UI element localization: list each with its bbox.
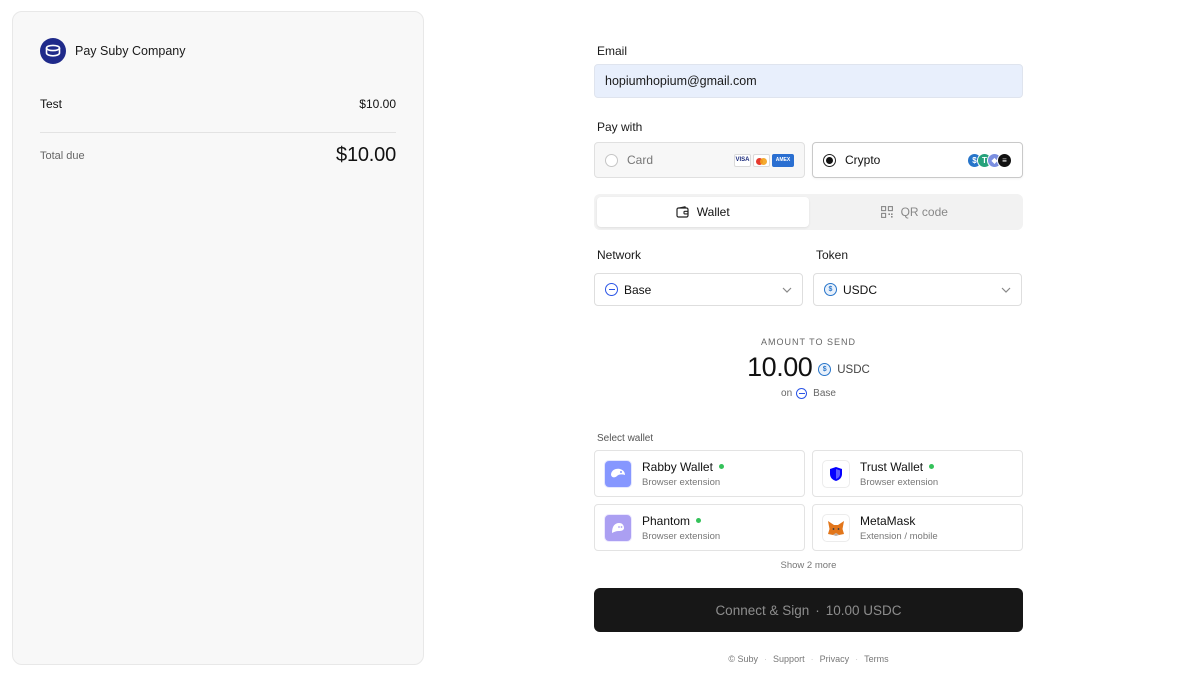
card-radio[interactable] [605, 153, 618, 167]
merchant-logo-icon [40, 38, 66, 64]
detected-dot-icon [718, 464, 724, 469]
footer-separator: · [855, 654, 859, 664]
wallet-name-label: Trust Wallet [860, 459, 924, 474]
network-label: Network [597, 248, 642, 262]
token-value: USDC [843, 282, 878, 297]
crypto-label: Crypto [845, 153, 881, 167]
amex-icon: AMEX [772, 153, 794, 167]
wallet-name-label: Phantom [642, 513, 691, 528]
wallet-name-label: MetaMask [860, 513, 916, 528]
on-label: on [781, 388, 793, 399]
mastercard-icon [753, 153, 770, 167]
tab-qr-code[interactable]: QR code [809, 197, 1021, 227]
wallet-name-label: Rabby Wallet [642, 459, 713, 474]
pay-method-card[interactable]: Card VISA AMEX [594, 142, 805, 178]
tab-qr-code-label: QR code [900, 205, 948, 219]
qr-code-icon [880, 206, 893, 218]
line-item: Test $10.00 [40, 97, 396, 111]
merchant-header: Pay Suby Company [40, 38, 185, 64]
wallet-icon [676, 206, 689, 218]
amount-network: Base [813, 388, 836, 399]
order-summary-panel: Pay Suby Company Test $10.00 Total due $… [12, 11, 424, 665]
amount-unit-label: USDC [837, 363, 870, 376]
wallet-option-phantom[interactable]: Phantom Browser extension [594, 504, 805, 551]
wallet-subtitle: Browser extension [860, 476, 939, 488]
network-select[interactable]: Base [594, 273, 803, 306]
amount-row: 10.00 $ USDC [594, 352, 1023, 383]
wallet-option-rabby[interactable]: Rabby Wallet Browser extension [594, 450, 805, 497]
chevron-down-icon [782, 287, 792, 293]
merchant-name: Pay Suby Company [75, 44, 186, 58]
visa-icon: VISA [734, 153, 751, 167]
line-item-name: Test [40, 97, 63, 111]
connect-amount: 10.00 USDC [825, 602, 902, 618]
amount-network-row: on Base [594, 388, 1023, 399]
line-item-price: $10.00 [359, 97, 396, 111]
token-select[interactable]: $ USDC [813, 273, 1022, 306]
crypto-coin-logos: $ T ◆ ≡ [967, 152, 1012, 168]
wallet-option-metamask[interactable]: MetaMask Extension / mobile [812, 504, 1023, 551]
amount-unit: $ USDC [818, 363, 870, 376]
footer-separator: · [764, 654, 768, 664]
wallet-name: Rabby Wallet [642, 460, 724, 474]
total-value: $10.00 [336, 144, 396, 166]
crypto-radio[interactable] [823, 153, 836, 167]
show-more-wallets-link[interactable]: Show 2 more [594, 560, 1023, 571]
total-label: Total due [40, 149, 85, 162]
connect-sign-button[interactable]: Connect & Sign · 10.00 USDC [594, 588, 1023, 632]
footer-link-terms[interactable]: Terms [864, 654, 889, 664]
checkout-page: Pay Suby Company Test $10.00 Total due $… [0, 0, 1200, 679]
email-field[interactable] [594, 64, 1023, 98]
phantom-icon [604, 513, 632, 542]
base-network-icon [605, 283, 618, 296]
wallet-name: MetaMask [860, 514, 938, 528]
base-network-icon [796, 388, 808, 399]
metamask-fox-icon [822, 513, 850, 542]
solana-icon: ≡ [997, 152, 1012, 168]
wallet-text: MetaMask Extension / mobile [860, 514, 938, 542]
summary-divider [40, 132, 396, 133]
select-wallet-label: Select wallet [597, 433, 654, 444]
usdc-token-icon: $ [824, 283, 837, 296]
tab-wallet[interactable]: Wallet [597, 197, 809, 227]
amount-to-send-label: AMOUNT TO SEND [760, 337, 856, 347]
pay-with-label: Pay with [597, 120, 643, 134]
connect-method-tabs: Wallet QR code [594, 194, 1023, 230]
footer-separator: · [810, 654, 814, 664]
footer-copyright: © Suby [728, 654, 759, 664]
wallet-subtitle: Browser extension [642, 530, 721, 542]
wallet-text: Trust Wallet Browser extension [860, 460, 938, 488]
footer-link-privacy[interactable]: Privacy [820, 654, 850, 664]
detected-dot-icon [929, 464, 935, 469]
wallet-subtitle: Browser extension [642, 476, 721, 488]
wallet-text: Rabby Wallet Browser extension [642, 460, 724, 488]
trust-shield-icon [822, 459, 850, 488]
chevron-down-icon [1001, 287, 1011, 293]
card-brand-logos: VISA AMEX [734, 153, 794, 167]
wallet-name: Phantom [642, 514, 720, 528]
total-row: Total due $10.00 [40, 144, 396, 167]
network-value: Base [624, 282, 652, 297]
tab-wallet-label: Wallet [696, 205, 730, 219]
connect-sign-label: Connect & Sign [715, 602, 810, 618]
token-label: Token [816, 248, 849, 262]
connect-separator: · [815, 602, 820, 618]
rabby-icon [604, 459, 632, 488]
email-label: Email [597, 44, 628, 58]
wallet-option-trust[interactable]: Trust Wallet Browser extension [812, 450, 1023, 497]
usdc-token-icon: $ [818, 363, 832, 376]
detected-dot-icon [696, 518, 702, 523]
wallet-text: Phantom Browser extension [642, 514, 720, 542]
footer: © Suby · Support · Privacy · Terms [594, 654, 1023, 664]
wallet-name: Trust Wallet [860, 460, 938, 474]
wallet-subtitle: Extension / mobile [860, 530, 938, 542]
pay-method-crypto[interactable]: Crypto $ T ◆ ≡ [812, 142, 1023, 178]
card-label: Card [627, 153, 654, 167]
amount-value: 10.00 [747, 352, 813, 382]
footer-link-support[interactable]: Support [773, 654, 805, 664]
